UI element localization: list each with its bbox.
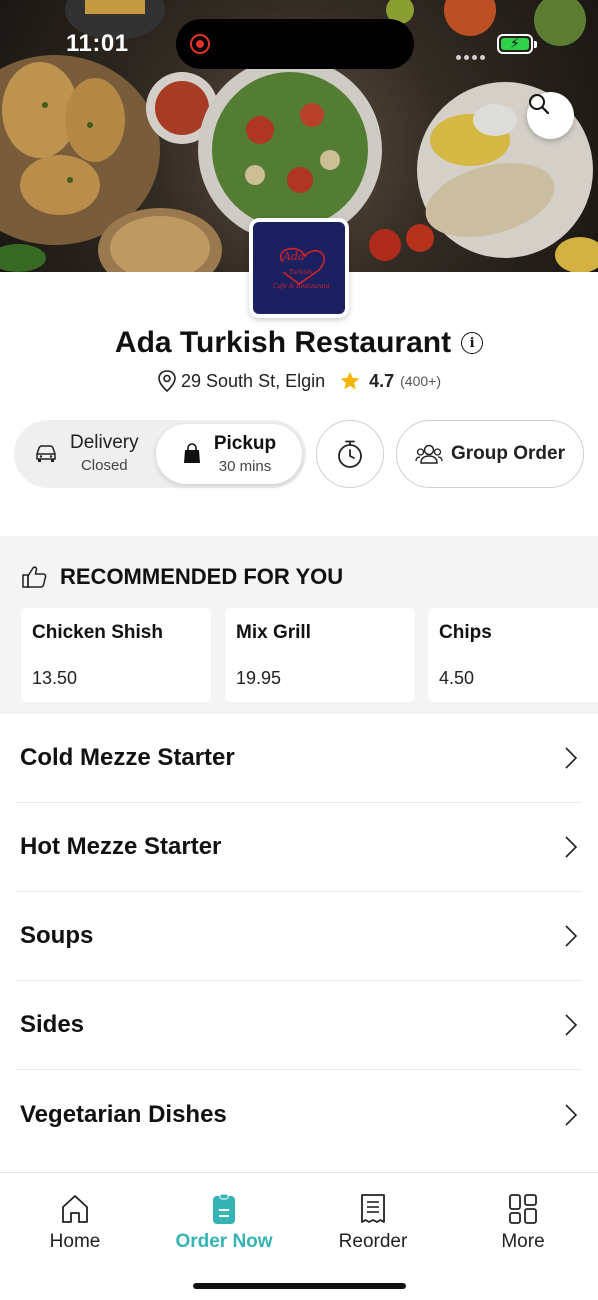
recommended-item-price: 4.50 (439, 668, 475, 688)
pickup-option[interactable]: Pickup 30 mins (156, 424, 302, 484)
nav-label: Order Now (175, 1231, 273, 1252)
category-row[interactable]: Cold Mezze Starter (16, 714, 582, 803)
battery-icon: ⚡ (497, 34, 537, 54)
category-row[interactable]: Hot Mezze Starter (16, 803, 582, 892)
category-label: Sides (20, 1011, 85, 1038)
receipt-icon (361, 1194, 385, 1223)
delivery-option[interactable]: Delivery Closed (34, 432, 139, 474)
search-icon (529, 94, 550, 115)
pickup-label: Pickup (213, 433, 277, 454)
grid-icon (509, 1194, 537, 1224)
status-time: 11:01 (66, 30, 129, 57)
star-icon (340, 371, 360, 390)
signal-icon (456, 47, 490, 60)
chevron-right-icon (565, 1103, 578, 1126)
recording-icon (190, 34, 210, 54)
nav-home[interactable]: Home (0, 1193, 150, 1253)
dynamic-island (176, 19, 414, 69)
logo-artwork: Ada Turkish Cafe & Restaurant (273, 247, 330, 290)
nav-reorder[interactable]: Reorder (298, 1193, 448, 1253)
nav-label: Reorder (338, 1231, 408, 1252)
shopping-bag-icon (183, 443, 200, 463)
category-label: Cold Mezze Starter (20, 744, 235, 771)
group-icon (415, 444, 443, 464)
recommended-card[interactable]: Chips 4.50 (428, 608, 598, 702)
recommended-item-price: 19.95 (236, 668, 282, 688)
category-label: Hot Mezze Starter (20, 833, 222, 860)
delivery-label: Delivery (70, 432, 139, 453)
logo-text-cafe: Cafe & Restaurant (273, 283, 330, 290)
recommended-item-price: 13.50 (32, 668, 78, 688)
restaurant-name: Ada Turkish Restaurant (114, 326, 452, 359)
recommended-item-name: Mix Grill (236, 622, 311, 643)
restaurant-logo: Ada Turkish Cafe & Restaurant (249, 218, 349, 318)
nav-more[interactable]: More (448, 1193, 598, 1253)
location-pin-icon (158, 370, 176, 392)
recommended-heading: RECOMMENDED FOR YOU (22, 564, 343, 590)
recommended-card[interactable]: Chicken Shish 13.50 (21, 608, 211, 702)
category-label: Vegetarian Dishes (20, 1100, 227, 1128)
address-row: 29 South St, Elgin 4.7 (400+) (0, 370, 598, 392)
home-icon (62, 1195, 88, 1223)
group-order-label: Group Order (450, 443, 565, 464)
restaurant-header: Ada Turkish Restaurant i (0, 326, 598, 360)
category-row[interactable]: Vegetarian Dishes (16, 1070, 582, 1159)
recommended-section: RECOMMENDED FOR YOU Chicken Shish 13.50 … (0, 536, 598, 714)
nav-label: More (501, 1231, 545, 1252)
home-indicator (193, 1283, 406, 1289)
logo-text-ada: Ada (282, 250, 305, 263)
thumbs-up-icon (22, 566, 47, 588)
recommended-item-name: Chicken Shish (32, 622, 163, 643)
pickup-time: 30 mins (218, 458, 272, 475)
order-icon (213, 1193, 235, 1224)
logo-text-turkish: Turkish (289, 269, 312, 276)
recommended-card[interactable]: Mix Grill 19.95 (225, 608, 415, 702)
group-order-button[interactable]: Group Order (396, 420, 584, 488)
search-button[interactable] (527, 92, 574, 139)
info-icon[interactable]: i (461, 332, 484, 354)
order-mode-toggle: Delivery Closed Pickup 30 mins (14, 420, 306, 488)
category-label: Soups (20, 922, 94, 949)
nav-order-now[interactable]: Order Now (149, 1193, 299, 1253)
recommended-title: RECOMMENDED FOR YOU (60, 564, 344, 589)
chevron-right-icon (565, 1014, 578, 1036)
chevron-right-icon (565, 925, 578, 947)
nav-label: Home (49, 1231, 101, 1252)
chevron-right-icon (565, 747, 578, 769)
schedule-button[interactable] (316, 420, 384, 488)
category-row[interactable]: Sides (16, 981, 582, 1070)
bottom-nav: Home Order Now Reorder More (0, 1172, 598, 1300)
category-list: Cold Mezze Starter Hot Mezze Starter Sou… (0, 714, 598, 1159)
category-row[interactable]: Soups (16, 892, 582, 981)
recommended-item-name: Chips (439, 622, 492, 643)
delivery-status: Closed (80, 457, 128, 474)
chevron-right-icon (565, 836, 578, 858)
restaurant-address: 29 South St, Elgin (181, 370, 326, 391)
stopwatch-icon (338, 440, 362, 468)
car-icon (36, 445, 56, 462)
rating-value: 4.7 (369, 370, 395, 391)
rating-count: (400+) (400, 373, 441, 389)
